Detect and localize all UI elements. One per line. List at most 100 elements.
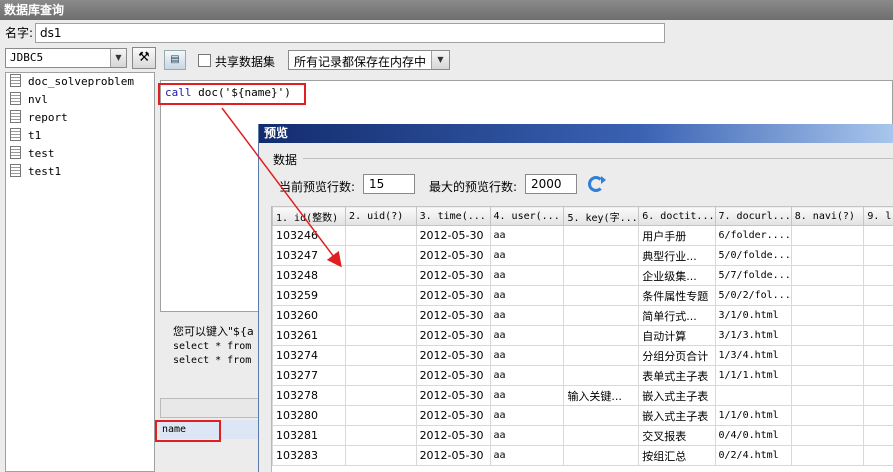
table-icon bbox=[10, 92, 21, 105]
table-cell bbox=[345, 385, 417, 406]
table-cell: 0/2/4.html bbox=[714, 445, 792, 466]
table-cell bbox=[863, 245, 893, 266]
column-header[interactable]: 7. docurl... bbox=[714, 206, 792, 226]
table-cell bbox=[790, 345, 865, 366]
table-cell bbox=[790, 445, 865, 466]
table-cell bbox=[563, 225, 640, 246]
list-item[interactable]: nvl bbox=[6, 91, 154, 109]
table-cell bbox=[714, 385, 792, 406]
table-cell: 3/1/0.html bbox=[714, 305, 792, 326]
table-row[interactable]: 103283 2012-05-30 aa 按组汇总 0/2/4.html bbox=[272, 445, 893, 466]
table-cell: aa bbox=[489, 225, 565, 246]
table-cell: 分组分页合计 bbox=[638, 345, 716, 366]
share-dataset-label: 共享数据集 bbox=[215, 55, 276, 69]
data-group-label: 数据 bbox=[273, 153, 298, 167]
column-header[interactable]: 3. time(... bbox=[415, 206, 491, 226]
datasource-select[interactable]: JDBC5 ▼ bbox=[5, 48, 127, 68]
table-cell: 103280 bbox=[272, 405, 347, 426]
table-row[interactable]: 103259 2012-05-30 aa 条件属性专题 5/0/2/fol... bbox=[272, 285, 893, 306]
preview-icon[interactable]: ▤ bbox=[164, 50, 186, 70]
table-cell bbox=[790, 245, 865, 266]
table-cell: 1/1/1.html bbox=[714, 365, 792, 386]
column-header[interactable]: 8. navi(?) bbox=[790, 206, 865, 226]
column-header[interactable]: 9. l bbox=[863, 206, 893, 226]
table-cell bbox=[345, 345, 417, 366]
table-cell: aa bbox=[489, 285, 565, 306]
share-dataset-checkbox[interactable] bbox=[198, 54, 211, 67]
table-row[interactable]: 103248 2012-05-30 aa 企业级集... 5/7/folde... bbox=[272, 265, 893, 286]
column-header[interactable]: 2. uid(?) bbox=[345, 206, 417, 226]
column-header[interactable]: 6. doctit... bbox=[638, 206, 716, 226]
param-table-header bbox=[160, 398, 270, 418]
table-row[interactable]: 103280 2012-05-30 aa 嵌入式主子表 1/1/0.html bbox=[272, 405, 893, 426]
table-row[interactable]: 103274 2012-05-30 aa 分组分页合计 1/3/4.html bbox=[272, 345, 893, 366]
refresh-icon[interactable] bbox=[588, 176, 606, 192]
table-cell: 2012-05-30 bbox=[415, 305, 491, 326]
table-cell: 103247 bbox=[272, 245, 347, 266]
chevron-down-icon[interactable]: ▼ bbox=[110, 49, 126, 67]
tools-icon[interactable]: ⚒ bbox=[132, 47, 156, 69]
list-item[interactable]: test bbox=[6, 145, 154, 163]
table-cell: aa bbox=[489, 265, 565, 286]
table-cell bbox=[563, 285, 640, 306]
table-cell bbox=[345, 285, 417, 306]
list-item[interactable]: doc_solveproblem bbox=[6, 73, 154, 91]
name-input[interactable]: ds1 bbox=[35, 23, 665, 43]
preview-grid: 1. id(整数) 2. uid(?) 3. time(... 4. user(...… bbox=[271, 206, 893, 472]
table-cell: 5/0/2/fol... bbox=[714, 285, 792, 306]
table-cell: 按组汇总 bbox=[638, 445, 716, 466]
table-cell bbox=[863, 305, 893, 326]
table-cell bbox=[790, 365, 865, 386]
table-cell bbox=[863, 325, 893, 346]
table-cell: 1/3/4.html bbox=[714, 345, 792, 366]
table-cell bbox=[863, 385, 893, 406]
max-rows-label: 最大的预览行数: bbox=[429, 180, 518, 194]
table-cell bbox=[790, 425, 865, 446]
table-row[interactable]: 103246 2012-05-30 aa 用户手册 6/folder.... bbox=[272, 225, 893, 246]
table-cell bbox=[790, 265, 865, 286]
table-cell: 典型行业... bbox=[638, 245, 716, 266]
table-cell: 103274 bbox=[272, 345, 347, 366]
table-row[interactable]: 103281 2012-05-30 aa 交叉报表 0/4/0.html bbox=[272, 425, 893, 446]
table-cell: aa bbox=[489, 345, 565, 366]
list-item[interactable]: test1 bbox=[6, 163, 154, 181]
table-cell: 3/1/3.html bbox=[714, 325, 792, 346]
table-cell: aa bbox=[489, 365, 565, 386]
table-cell: 简单行式... bbox=[638, 305, 716, 326]
chevron-down-icon[interactable]: ▼ bbox=[431, 51, 449, 69]
table-row[interactable]: 103277 2012-05-30 aa 表单式主子表 1/1/1.html bbox=[272, 365, 893, 386]
hint-line: select * from bbox=[173, 355, 252, 366]
window-title: 数据库查询 bbox=[0, 0, 893, 20]
memory-mode-value: 所有记录都保存在内存中 bbox=[294, 55, 427, 69]
max-rows-input[interactable]: 2000 bbox=[525, 174, 577, 194]
table-cell bbox=[790, 285, 865, 306]
table-cell: 103277 bbox=[272, 365, 347, 386]
table-cell bbox=[563, 245, 640, 266]
table-cell bbox=[345, 425, 417, 446]
memory-mode-select[interactable]: 所有记录都保存在内存中 ▼ bbox=[288, 50, 450, 70]
table-cell bbox=[563, 365, 640, 386]
table-cell bbox=[345, 365, 417, 386]
table-cell: 2012-05-30 bbox=[415, 245, 491, 266]
list-item[interactable]: report bbox=[6, 109, 154, 127]
table-cell bbox=[863, 425, 893, 446]
table-cell: 2012-05-30 bbox=[415, 345, 491, 366]
table-cell bbox=[563, 425, 640, 446]
preview-dialog: 预览 数据 当前预览行数: 15 最大的预览行数: 2000 1. id(整数)… bbox=[258, 124, 893, 472]
table-row[interactable]: 103260 2012-05-30 aa 简单行式... 3/1/0.html bbox=[272, 305, 893, 326]
list-item[interactable]: t1 bbox=[6, 127, 154, 145]
table-cell: 2012-05-30 bbox=[415, 285, 491, 306]
table-cell: aa bbox=[489, 245, 565, 266]
table-row[interactable]: 103278 2012-05-30 aa 输入关键... 嵌入式主子表 bbox=[272, 385, 893, 406]
table-cell: 103259 bbox=[272, 285, 347, 306]
table-cell: 交叉报表 bbox=[638, 425, 716, 446]
table-cell bbox=[563, 345, 640, 366]
table-row[interactable]: 103261 2012-05-30 aa 自动计算 3/1/3.html bbox=[272, 325, 893, 346]
current-rows-input[interactable]: 15 bbox=[363, 174, 415, 194]
column-header[interactable]: 1. id(整数) bbox=[272, 206, 347, 226]
table-cell: aa bbox=[489, 425, 565, 446]
column-header[interactable]: 4. user(... bbox=[489, 206, 565, 226]
table-row[interactable]: 103247 2012-05-30 aa 典型行业... 5/0/folde... bbox=[272, 245, 893, 266]
column-header[interactable]: 5. key(字... bbox=[563, 206, 640, 226]
current-rows-label: 当前预览行数: bbox=[279, 180, 356, 194]
